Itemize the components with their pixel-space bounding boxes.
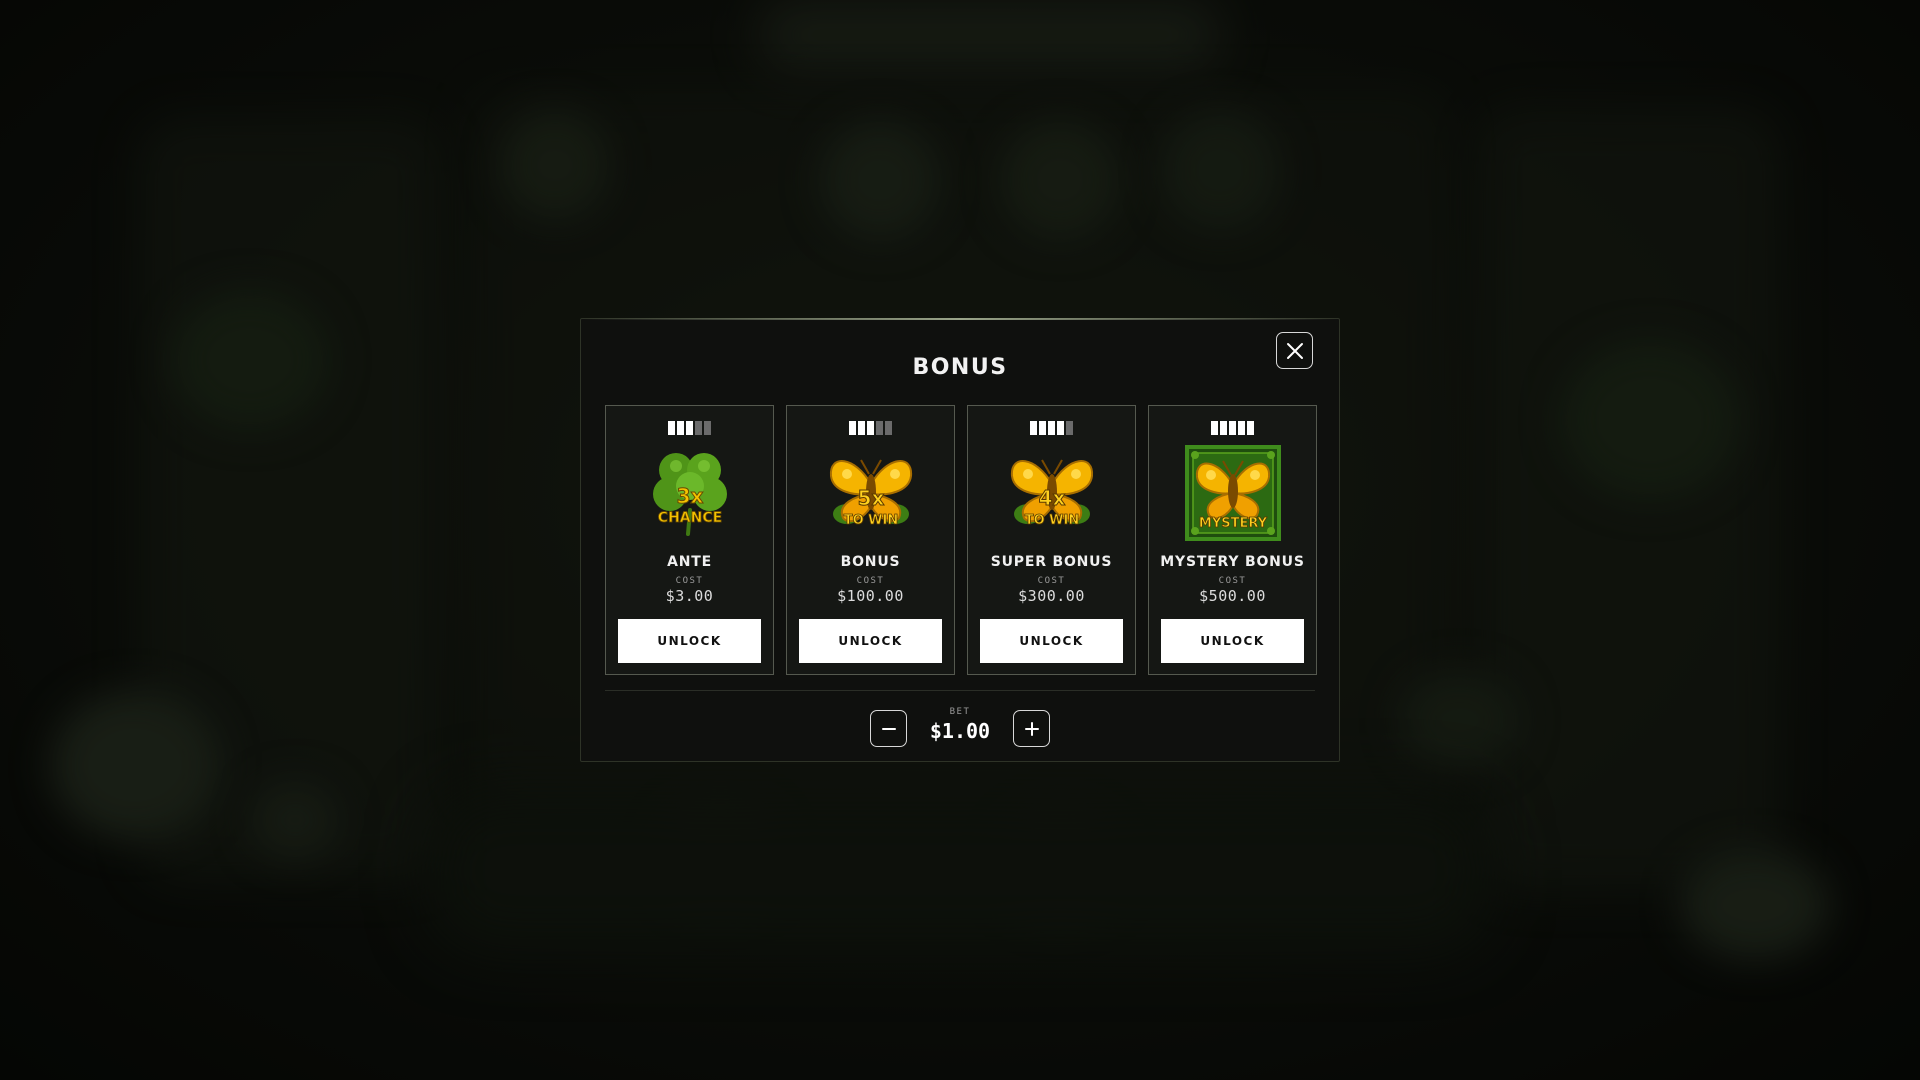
unlock-button-super-bonus[interactable]: UNLOCK bbox=[980, 619, 1123, 663]
unlock-button-mystery-bonus[interactable]: UNLOCK bbox=[1161, 619, 1304, 663]
modal-top-highlight bbox=[581, 318, 1339, 320]
volatility-segment bbox=[677, 421, 684, 435]
mystery-butterfly-icon: MYSTERY bbox=[1184, 444, 1282, 542]
unlock-button-ante[interactable]: UNLOCK bbox=[618, 619, 761, 663]
bonus-card-mystery-bonus: MYSTERY MYSTERY BONUS COST $500.00 UNLOC… bbox=[1148, 405, 1317, 675]
volatility-segment bbox=[1229, 421, 1236, 435]
volatility-segment bbox=[858, 421, 865, 435]
svg-text:5x: 5x bbox=[857, 486, 884, 510]
unlock-button-bonus[interactable]: UNLOCK bbox=[799, 619, 942, 663]
svg-text:3x: 3x bbox=[676, 484, 703, 508]
volatility-meter bbox=[849, 421, 892, 435]
volatility-segment bbox=[1057, 421, 1064, 435]
bonus-card-ante: 3x CHANCE ANTE COST $3.00 UNLOCK bbox=[605, 405, 774, 675]
volatility-segment bbox=[668, 421, 675, 435]
bet-control: BET $1.00 bbox=[581, 707, 1339, 749]
volatility-segment bbox=[1211, 421, 1218, 435]
svg-text:MYSTERY: MYSTERY bbox=[1198, 516, 1267, 531]
cost-value: $3.00 bbox=[665, 587, 714, 605]
volatility-segment bbox=[1238, 421, 1245, 435]
card-title: BONUS bbox=[840, 554, 901, 570]
volatility-segment bbox=[1066, 421, 1073, 435]
increase-bet-button[interactable] bbox=[1013, 710, 1050, 747]
bet-label: BET bbox=[949, 707, 971, 717]
volatility-segment bbox=[695, 421, 702, 435]
volatility-segment bbox=[1030, 421, 1037, 435]
plus-icon bbox=[1024, 721, 1039, 736]
svg-text:CHANCE: CHANCE bbox=[657, 510, 721, 526]
volatility-segment bbox=[849, 421, 856, 435]
cost-label: COST bbox=[1037, 576, 1066, 586]
close-icon bbox=[1286, 342, 1303, 359]
bet-value: $1.00 bbox=[929, 719, 991, 743]
bonus-card-list: 3x CHANCE ANTE COST $3.00 UNLOCK 5x TO W… bbox=[605, 405, 1317, 675]
cost-label: COST bbox=[856, 576, 885, 586]
cost-value: $500.00 bbox=[1199, 587, 1266, 605]
close-button[interactable] bbox=[1276, 332, 1313, 369]
volatility-segment bbox=[1039, 421, 1046, 435]
clover-icon: 3x CHANCE bbox=[641, 444, 739, 542]
modal-title: BONUS bbox=[912, 355, 1008, 380]
cost-value: $100.00 bbox=[837, 587, 904, 605]
butterfly-icon: 5x TO WIN bbox=[822, 444, 920, 542]
volatility-segment bbox=[1048, 421, 1055, 435]
card-title: SUPER BONUS bbox=[990, 554, 1113, 570]
cost-label: COST bbox=[1218, 576, 1247, 586]
svg-text:TO WIN: TO WIN bbox=[843, 513, 898, 528]
divider bbox=[605, 690, 1315, 691]
card-title: MYSTERY BONUS bbox=[1160, 554, 1305, 570]
butterfly-icon: 4x TO WIN bbox=[1003, 444, 1101, 542]
cost-label: COST bbox=[675, 576, 704, 586]
svg-text:4x: 4x bbox=[1038, 486, 1065, 510]
volatility-segment bbox=[686, 421, 693, 435]
volatility-meter bbox=[1030, 421, 1073, 435]
svg-text:TO WIN: TO WIN bbox=[1024, 513, 1079, 528]
volatility-meter bbox=[668, 421, 711, 435]
volatility-segment bbox=[876, 421, 883, 435]
card-title: ANTE bbox=[667, 554, 712, 570]
volatility-segment bbox=[1220, 421, 1227, 435]
volatility-segment bbox=[867, 421, 874, 435]
bonus-card-super-bonus: 4x TO WIN SUPER BONUS COST $300.00 UNLOC… bbox=[967, 405, 1136, 675]
volatility-segment bbox=[885, 421, 892, 435]
volatility-segment bbox=[1247, 421, 1254, 435]
volatility-segment bbox=[704, 421, 711, 435]
bonus-modal: BONUS 3x CHANCE ANTE COST $3.00 UNLOCK 5… bbox=[580, 318, 1340, 762]
volatility-meter bbox=[1211, 421, 1254, 435]
bonus-card-bonus: 5x TO WIN BONUS COST $100.00 UNLOCK bbox=[786, 405, 955, 675]
cost-value: $300.00 bbox=[1018, 587, 1085, 605]
